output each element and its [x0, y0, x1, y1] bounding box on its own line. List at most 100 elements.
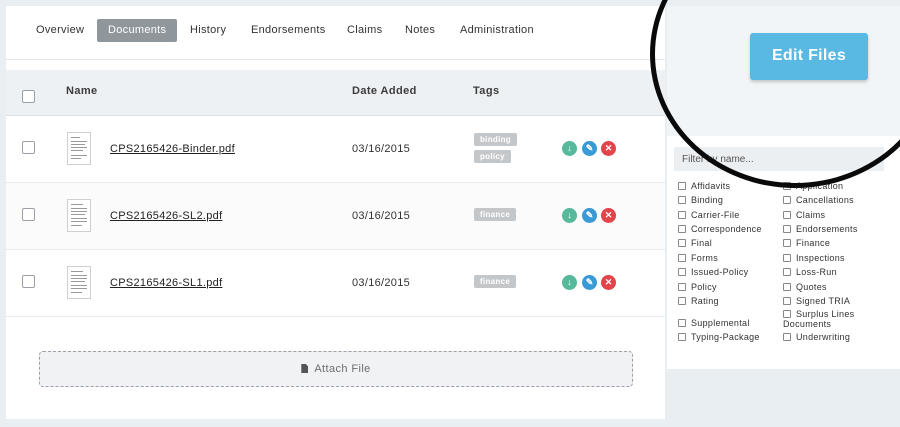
filter-checkbox[interactable]: [678, 225, 686, 233]
filter-checkbox[interactable]: [783, 297, 791, 305]
file-name-link[interactable]: CPS2165426-SL1.pdf: [110, 277, 222, 289]
document-thumbnail-icon: [67, 266, 91, 299]
download-icon[interactable]: ↓: [562, 275, 577, 290]
file-name-link[interactable]: CPS2165426-Binder.pdf: [110, 143, 235, 155]
tab-endorsements[interactable]: Endorsements: [240, 19, 337, 42]
filter-option[interactable]: Signed TRIA: [783, 296, 850, 306]
table-header: Name Date Added Tags: [6, 70, 665, 116]
filter-checkbox[interactable]: [678, 268, 686, 276]
tag-badge: finance: [474, 275, 517, 288]
filter-option-label: Loss-Run: [796, 267, 837, 277]
filter-checkbox[interactable]: [678, 297, 686, 305]
filter-option[interactable]: Final: [678, 238, 712, 248]
filter-checkbox[interactable]: [783, 196, 791, 204]
pencil-icon[interactable]: ✎: [582, 208, 597, 223]
filter-option[interactable]: Supplemental: [678, 318, 750, 328]
close-icon[interactable]: ✕: [601, 141, 616, 156]
filter-checkbox[interactable]: [678, 182, 686, 190]
filter-checkbox[interactable]: [783, 254, 791, 262]
filter-option-label: Binding: [691, 195, 724, 205]
filter-option[interactable]: Affidavits: [678, 181, 730, 191]
close-icon[interactable]: ✕: [601, 208, 616, 223]
filter-checkbox[interactable]: [783, 268, 791, 276]
column-header-date[interactable]: Date Added: [352, 85, 417, 97]
filter-option[interactable]: Cancellations: [783, 195, 854, 205]
filter-checkbox[interactable]: [678, 283, 686, 291]
pencil-icon[interactable]: ✎: [582, 275, 597, 290]
filter-option[interactable]: Surplus Lines Documents: [783, 309, 893, 329]
filter-option[interactable]: Finance: [783, 238, 830, 248]
tab-history[interactable]: History: [179, 19, 237, 42]
filter-option[interactable]: Correspondence: [678, 224, 762, 234]
filter-option-label: Finance: [796, 238, 831, 248]
filter-option-label: Claims: [796, 210, 826, 220]
filter-option-label: Final: [691, 238, 713, 248]
filter-option-label: Endorsements: [796, 224, 858, 234]
filter-by-name-input[interactable]: [674, 147, 884, 171]
download-icon[interactable]: ↓: [562, 141, 577, 156]
filter-checkbox[interactable]: [678, 319, 686, 327]
tag-filter-panel: Affidavits Binding Carrier-File Correspo…: [667, 136, 900, 369]
date-added: 03/16/2015: [352, 143, 411, 155]
table-row: CPS2165426-Binder.pdf 03/16/2015 binding…: [6, 116, 665, 183]
row-checkbox[interactable]: [22, 141, 35, 154]
tab-notes[interactable]: Notes: [394, 19, 446, 42]
filter-option-label: Affidavits: [691, 181, 731, 191]
filter-option-label: Policy: [691, 282, 717, 292]
filter-option[interactable]: Inspections: [783, 253, 845, 263]
filter-option-label: Supplemental: [691, 318, 750, 328]
attach-file-label: Attach File: [314, 363, 371, 375]
filter-option[interactable]: Forms: [678, 253, 718, 263]
tab-claims[interactable]: Claims: [336, 19, 393, 42]
filter-checkbox[interactable]: [783, 211, 791, 219]
filter-option[interactable]: Quotes: [783, 282, 827, 292]
filter-option[interactable]: Typing-Package: [678, 332, 760, 342]
filter-option[interactable]: Binding: [678, 195, 723, 205]
filter-option-label: Signed TRIA: [796, 296, 851, 306]
tab-documents[interactable]: Documents: [97, 19, 178, 42]
edit-files-button[interactable]: Edit Files: [750, 33, 868, 80]
row-checkbox[interactable]: [22, 208, 35, 221]
filter-option[interactable]: Issued-Policy: [678, 267, 748, 277]
filter-option[interactable]: Endorsements: [783, 224, 858, 234]
filter-checkbox[interactable]: [678, 254, 686, 262]
column-header-name[interactable]: Name: [66, 85, 98, 97]
filter-option-label: Application: [796, 181, 844, 191]
filter-option[interactable]: Policy: [678, 282, 717, 292]
date-added: 03/16/2015: [352, 277, 411, 289]
filter-checkbox[interactable]: [783, 310, 791, 318]
filter-option[interactable]: Underwriting: [783, 332, 850, 342]
filter-option[interactable]: Claims: [783, 210, 825, 220]
filter-option-label: Quotes: [796, 282, 827, 292]
download-icon[interactable]: ↓: [562, 208, 577, 223]
document-thumbnail-icon: [67, 199, 91, 232]
filter-checkbox[interactable]: [678, 211, 686, 219]
filter-option[interactable]: Application: [783, 181, 843, 191]
filter-option-label: Underwriting: [796, 332, 851, 342]
filter-checkbox[interactable]: [783, 283, 791, 291]
filter-checkbox[interactable]: [783, 225, 791, 233]
attach-file-button[interactable]: Attach File: [39, 351, 633, 387]
filter-checkbox[interactable]: [783, 333, 791, 341]
row-checkbox[interactable]: [22, 275, 35, 288]
pencil-icon[interactable]: ✎: [582, 141, 597, 156]
filter-checkbox[interactable]: [783, 239, 791, 247]
filter-option[interactable]: Carrier-File: [678, 210, 740, 220]
documents-panel: Overview Documents History Endorsements …: [6, 6, 665, 419]
file-name-link[interactable]: CPS2165426-SL2.pdf: [110, 210, 222, 222]
tab-administration[interactable]: Administration: [449, 19, 545, 42]
tab-bar: Overview Documents History Endorsements …: [6, 6, 665, 60]
filter-option-label: Typing-Package: [691, 332, 760, 342]
filter-checkbox[interactable]: [678, 239, 686, 247]
tag-badge: policy: [474, 150, 511, 163]
filter-option[interactable]: Loss-Run: [783, 267, 837, 277]
filter-checkbox[interactable]: [783, 182, 791, 190]
close-icon[interactable]: ✕: [601, 275, 616, 290]
filter-option[interactable]: Rating: [678, 296, 719, 306]
file-icon: [301, 364, 309, 373]
filter-option-label: Rating: [691, 296, 719, 306]
filter-checkbox[interactable]: [678, 196, 686, 204]
tab-overview[interactable]: Overview: [25, 19, 95, 42]
select-all-checkbox[interactable]: [22, 90, 35, 103]
filter-checkbox[interactable]: [678, 333, 686, 341]
